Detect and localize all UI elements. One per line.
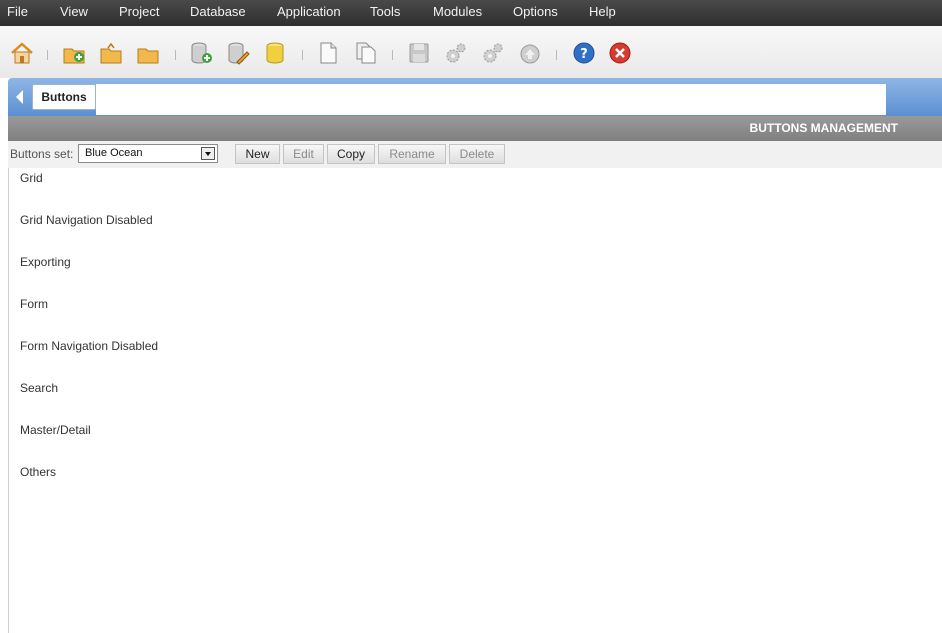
generate-icon[interactable] [443, 40, 469, 66]
svg-text:?: ? [580, 47, 588, 62]
chevron-down-icon[interactable] [201, 147, 215, 160]
group-others[interactable]: Others [20, 465, 56, 479]
buttons-set-value: Blue Ocean [85, 147, 142, 159]
group-form-navigation-disabled[interactable]: Form Navigation Disabled [20, 339, 158, 353]
new-button[interactable]: New [235, 144, 280, 164]
copy-button[interactable]: Copy [327, 144, 375, 164]
folder-icon[interactable] [135, 40, 161, 66]
toolbar-separator [47, 50, 48, 60]
delete-button[interactable]: Delete [449, 144, 505, 164]
menu-options[interactable]: Options [513, 0, 558, 26]
open-project-icon[interactable] [98, 40, 124, 66]
group-search[interactable]: Search [20, 381, 58, 395]
menu-database[interactable]: Database [190, 0, 246, 26]
group-grid[interactable]: Grid [20, 171, 43, 185]
close-icon[interactable] [607, 40, 633, 66]
buttons-set-toolbar: Buttons set: Blue Ocean New Edit Copy Re… [8, 141, 942, 168]
menu-application[interactable]: Application [277, 0, 341, 26]
menu-help[interactable]: Help [589, 0, 616, 26]
section-header: BUTTONS MANAGEMENT [8, 116, 942, 141]
run-icon[interactable] [480, 40, 506, 66]
group-master-detail[interactable]: Master/Detail [20, 423, 91, 437]
group-exporting[interactable]: Exporting [20, 255, 71, 269]
copy-document-icon[interactable] [353, 40, 379, 66]
tab-content-area [96, 84, 886, 115]
save-icon[interactable] [406, 40, 432, 66]
toolbar-separator [392, 50, 393, 60]
toolbar-separator [302, 50, 303, 60]
edit-button[interactable]: Edit [283, 144, 324, 164]
group-grid-navigation-disabled[interactable]: Grid Navigation Disabled [20, 213, 153, 227]
buttons-set-select[interactable]: Blue Ocean [78, 144, 218, 163]
toolbar: ? [0, 26, 942, 78]
menu-view[interactable]: View [60, 0, 88, 26]
tab-buttons[interactable]: Buttons [32, 84, 96, 110]
home-icon[interactable] [9, 40, 35, 66]
section-title: BUTTONS MANAGEMENT [750, 116, 898, 141]
new-connection-icon[interactable] [188, 40, 214, 66]
database-icon[interactable] [262, 40, 288, 66]
edit-connection-icon[interactable] [225, 40, 251, 66]
new-project-icon[interactable] [61, 40, 87, 66]
tab-back-arrow-icon[interactable] [16, 90, 23, 104]
deploy-icon[interactable] [517, 40, 543, 66]
menu-bar: File View Project Database Application T… [0, 0, 942, 26]
help-icon[interactable]: ? [571, 40, 597, 66]
button-groups-panel: Grid Grid Navigation Disabled Exporting … [8, 168, 942, 633]
toolbar-separator [175, 50, 176, 60]
tab-strip: Buttons [8, 78, 942, 116]
rename-button[interactable]: Rename [378, 144, 446, 164]
new-document-icon[interactable] [315, 40, 341, 66]
toolbar-separator [556, 50, 557, 60]
menu-tools[interactable]: Tools [370, 0, 400, 26]
group-form[interactable]: Form [20, 297, 48, 311]
menu-file[interactable]: File [7, 0, 28, 26]
buttons-set-label: Buttons set: [10, 147, 73, 161]
menu-modules[interactable]: Modules [433, 0, 482, 26]
menu-project[interactable]: Project [119, 0, 159, 26]
